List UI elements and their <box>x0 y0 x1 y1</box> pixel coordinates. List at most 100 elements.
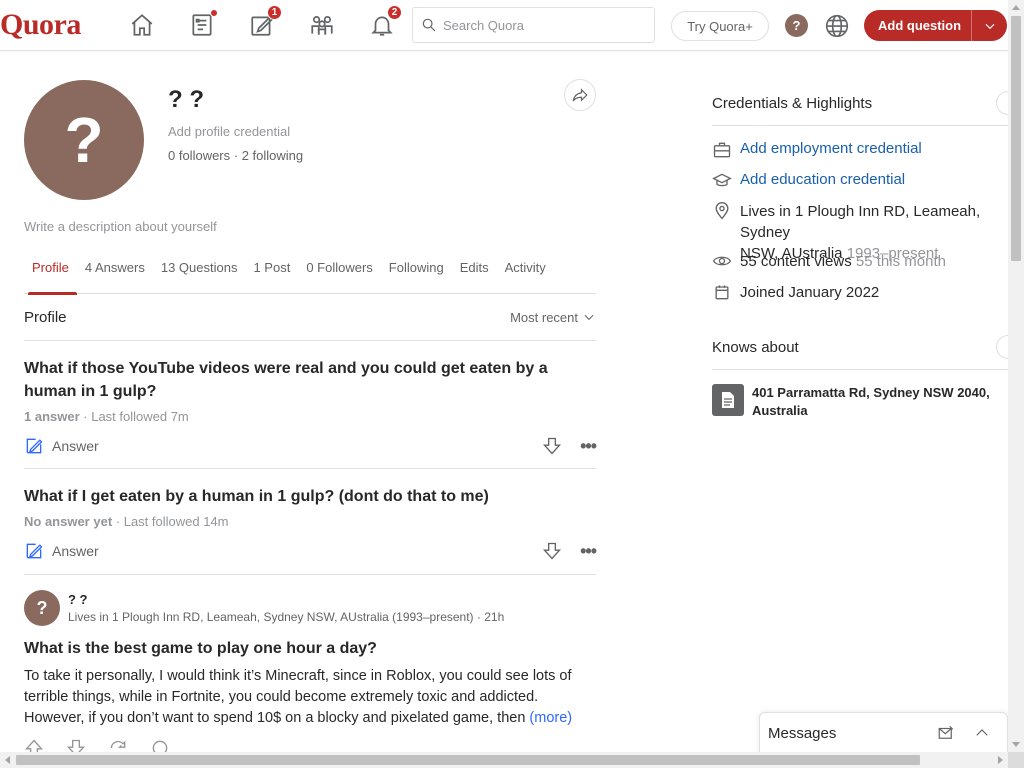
knows-about-item[interactable]: 401 Parramatta Rd, Sydney NSW 2040, Aust… <box>712 384 1002 420</box>
add-profile-credential-link[interactable]: Add profile credential <box>168 124 290 139</box>
calendar-icon <box>715 285 729 300</box>
scroll-down-arrow[interactable] <box>1012 742 1020 747</box>
author-credential: Lives in 1 Plough Inn RD, Leameah, Sydne… <box>68 610 505 624</box>
chevron-up-icon[interactable] <box>973 724 991 742</box>
pencil-square-icon <box>26 438 43 454</box>
scroll-left-arrow[interactable] <box>5 756 10 764</box>
description-placeholder[interactable]: Write a description about yourself <box>24 219 217 234</box>
question-card: What if I get eaten by a human in 1 gulp… <box>24 485 597 575</box>
tab-answers[interactable]: 4 Answers <box>77 250 153 294</box>
location-pin-icon <box>715 202 729 220</box>
scrollbar-corner <box>1008 752 1024 768</box>
tab-followers[interactable]: 0 Followers <box>298 250 380 294</box>
vertical-scroll-thumb[interactable] <box>1011 16 1021 261</box>
location-line-1: Lives in 1 Plough Inn RD, Leameah, Sydne… <box>740 203 981 241</box>
question-meta: No answer yet · Last followed 14m <box>24 514 596 529</box>
answer-badge: 1 <box>267 5 282 20</box>
more-options-icon[interactable]: ••• <box>580 541 597 562</box>
answer-count[interactable]: 1 answer <box>24 409 80 424</box>
tab-activity[interactable]: Activity <box>497 250 554 294</box>
share-profile-button[interactable] <box>564 79 596 111</box>
question-title[interactable]: What if I get eaten by a human in 1 gulp… <box>24 485 596 508</box>
following-indicator-dot <box>210 9 218 17</box>
question-title[interactable]: What if those YouTube videos were real a… <box>24 357 596 403</box>
last-followed: · Last followed 7m <box>79 409 189 424</box>
question-right-actions: ••• <box>542 541 597 562</box>
scroll-up-arrow[interactable] <box>1012 5 1020 10</box>
knows-about-topic[interactable]: 401 Parramatta Rd, Sydney NSW 2040, Aust… <box>752 384 1002 420</box>
briefcase-icon <box>713 142 731 158</box>
content-views-stat: 55 content views 55 this month <box>712 251 1008 272</box>
search-input[interactable] <box>443 17 643 33</box>
profile-avatar[interactable]: ? <box>24 80 144 200</box>
views-text: 55 content views 55 this month <box>740 251 946 272</box>
document-icon <box>712 384 744 416</box>
user-avatar-button[interactable]: ? <box>785 14 808 37</box>
spaces-icon[interactable] <box>307 10 337 40</box>
add-question-label[interactable]: Add question <box>864 10 972 41</box>
profile-tabs: Profile 4 Answers 13 Questions 1 Post 0 … <box>24 250 596 295</box>
tab-profile[interactable]: Profile <box>24 250 77 295</box>
question-right-actions: ••• <box>542 436 597 457</box>
search-box[interactable] <box>412 7 655 43</box>
notifications-icon[interactable]: 2 <box>367 5 402 40</box>
knows-about-title: Knows about <box>712 326 1008 370</box>
notifications-badge: 2 <box>387 5 402 20</box>
views-count: 55 content views <box>740 253 852 270</box>
post-card: ? ? ? Lives in 1 Plough Inn RD, Leameah,… <box>24 590 596 729</box>
follow-stats[interactable]: 0 followers · 2 following <box>168 148 303 163</box>
tab-edits[interactable]: Edits <box>452 250 497 294</box>
share-icon <box>572 88 588 102</box>
add-question-button[interactable]: Add question <box>864 10 1007 41</box>
search-icon <box>422 18 436 32</box>
add-question-dropdown[interactable] <box>972 19 1007 33</box>
post-question-title[interactable]: What is the best game to play one hour a… <box>24 638 596 660</box>
messages-actions <box>937 724 991 742</box>
chevron-down-icon <box>985 23 994 29</box>
author-avatar[interactable]: ? <box>24 590 60 626</box>
question-actions: Answer ••• <box>24 539 597 563</box>
quora-logo[interactable]: Quora <box>0 8 81 42</box>
top-navigation-bar: Quora 1 2 Try Quora+ ? Add question <box>0 0 1008 51</box>
downvote-icon[interactable] <box>542 436 562 456</box>
home-icon[interactable] <box>127 10 157 40</box>
tab-following[interactable]: Following <box>381 250 452 294</box>
profile-name[interactable]: ? ? <box>168 86 204 114</box>
joined-date: Joined January 2022 <box>712 282 1008 303</box>
add-education-label[interactable]: Add education credential <box>740 171 905 188</box>
answer-button[interactable]: Answer <box>24 436 99 456</box>
language-globe-icon[interactable] <box>824 13 850 39</box>
post-author-row: ? ? ? Lives in 1 Plough Inn RD, Leameah,… <box>24 590 596 626</box>
horizontal-scrollbar[interactable] <box>0 752 1008 768</box>
add-employment-label[interactable]: Add employment credential <box>740 140 922 157</box>
following-icon[interactable] <box>187 9 218 40</box>
question-actions: Answer ••• <box>24 434 597 458</box>
answer-button[interactable]: Answer <box>24 541 99 561</box>
vertical-scrollbar[interactable] <box>1008 0 1024 752</box>
scroll-right-arrow[interactable] <box>998 756 1003 764</box>
graduation-cap-icon <box>712 173 732 187</box>
author-name[interactable]: ? ? <box>68 592 504 607</box>
answer-icon[interactable]: 1 <box>247 5 282 40</box>
tab-questions[interactable]: 13 Questions <box>153 250 246 294</box>
downvote-icon[interactable] <box>542 541 562 561</box>
horizontal-scroll-thumb[interactable] <box>16 755 920 765</box>
question-card: What if those YouTube videos were real a… <box>24 357 597 469</box>
pencil-square-icon <box>26 543 43 559</box>
views-month: 55 this month <box>855 253 946 270</box>
add-employment-credential[interactable]: Add employment credential <box>712 140 1008 160</box>
try-quora-plus-button[interactable]: Try Quora+ <box>671 11 769 41</box>
eye-icon <box>712 256 732 266</box>
post-body[interactable]: To take it personally, I would think it’… <box>24 666 596 729</box>
messages-panel[interactable]: Messages <box>759 712 1008 754</box>
credentials-section-title: Credentials & Highlights <box>712 82 1008 126</box>
sort-dropdown[interactable]: Most recent <box>510 310 596 325</box>
read-more-link[interactable]: (more) <box>529 710 572 726</box>
compose-message-icon[interactable] <box>937 724 955 742</box>
answer-label: Answer <box>52 438 99 454</box>
answer-count[interactable]: No answer yet <box>24 514 112 529</box>
post-body-text: To take it personally, I would think it’… <box>24 668 572 726</box>
tab-posts[interactable]: 1 Post <box>245 250 298 294</box>
more-options-icon[interactable]: ••• <box>580 436 597 457</box>
add-education-credential[interactable]: Add education credential <box>712 171 1008 191</box>
